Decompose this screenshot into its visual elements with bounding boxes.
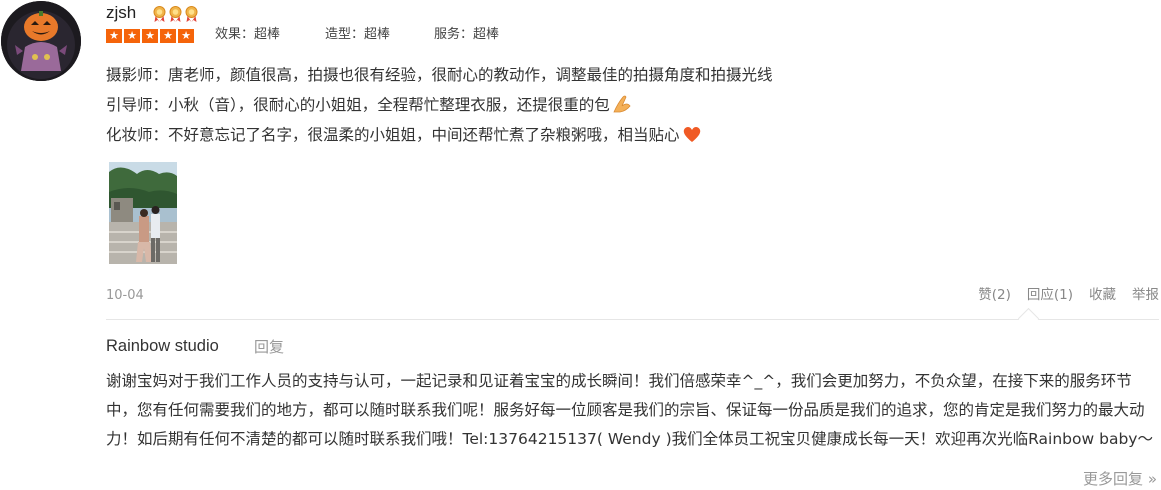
medal-icon: [153, 6, 166, 22]
review-actions: 赞(2) 回应(1) 收藏 举报: [978, 286, 1159, 304]
like-button[interactable]: 赞(2): [978, 286, 1011, 304]
praying-hands-icon: [613, 95, 631, 113]
score-service: 服务：超棒: [434, 27, 500, 42]
heart-icon: [683, 126, 700, 142]
star-icon: ★: [124, 29, 140, 43]
reply-count-button[interactable]: 回应(1): [1027, 286, 1073, 304]
score-effect: 效果：超棒: [215, 27, 281, 42]
reply-divider: [106, 319, 1159, 320]
review-line-photographer: 摄影师：唐老师，颜值很高，拍摄也很有经验，很耐心的教动作，调整最佳的拍摄角度和拍…: [106, 64, 773, 86]
medal-icon: [169, 6, 182, 22]
more-replies-link[interactable]: 更多回复 »: [1083, 468, 1157, 490]
star-icon: ★: [106, 29, 122, 43]
star-icon: ★: [160, 29, 176, 43]
reply-author: Rainbow studio: [106, 337, 219, 355]
review-line-text: 摄影师：唐老师，颜值很高，拍摄也很有经验，很耐心的教动作，调整最佳的拍摄角度和拍…: [106, 66, 773, 84]
review-line-text: 引导师：小秋（音），很耐心的小姐姐，全程帮忙整理衣服，还提很重的包: [106, 96, 610, 114]
review-line-text: 化妆师：不好意忘记了名字，很温柔的小姐姐，中间还帮忙煮了杂粮粥哦，相当贴心: [106, 126, 680, 144]
review-line-guide: 引导师：小秋（音），很耐心的小姐姐，全程帮忙整理衣服，还提很重的包: [106, 94, 633, 116]
review-photo-thumbnail[interactable]: [109, 162, 177, 264]
username[interactable]: zjsh: [106, 2, 136, 24]
medal-badges: [152, 6, 199, 22]
score-styling: 造型：超棒: [325, 27, 391, 42]
star-icon: ★: [178, 29, 194, 43]
reply-button[interactable]: 回复: [254, 336, 284, 358]
medal-icon: [185, 6, 198, 22]
collect-button[interactable]: 收藏: [1089, 286, 1116, 304]
review-line-makeup: 化妆师：不好意忘记了名字，很温柔的小姐姐，中间还帮忙煮了杂粮粥哦，相当贴心: [106, 124, 703, 146]
star-icon: ★: [142, 29, 158, 43]
report-button[interactable]: 举报: [1132, 286, 1159, 304]
avatar[interactable]: [1, 1, 81, 81]
pumpkin-avatar-image: [1, 1, 81, 81]
review-date: 10-04: [106, 288, 144, 303]
reply-pointer-notch: [1017, 307, 1040, 330]
rating-stars: ★ ★ ★ ★ ★: [106, 29, 194, 43]
couple-photo-image: [109, 162, 177, 264]
reply-text: 谢谢宝妈对于我们工作人员的支持与认可，一起记录和见证着宝宝的成长瞬间！我们倍感荣…: [106, 372, 1153, 448]
